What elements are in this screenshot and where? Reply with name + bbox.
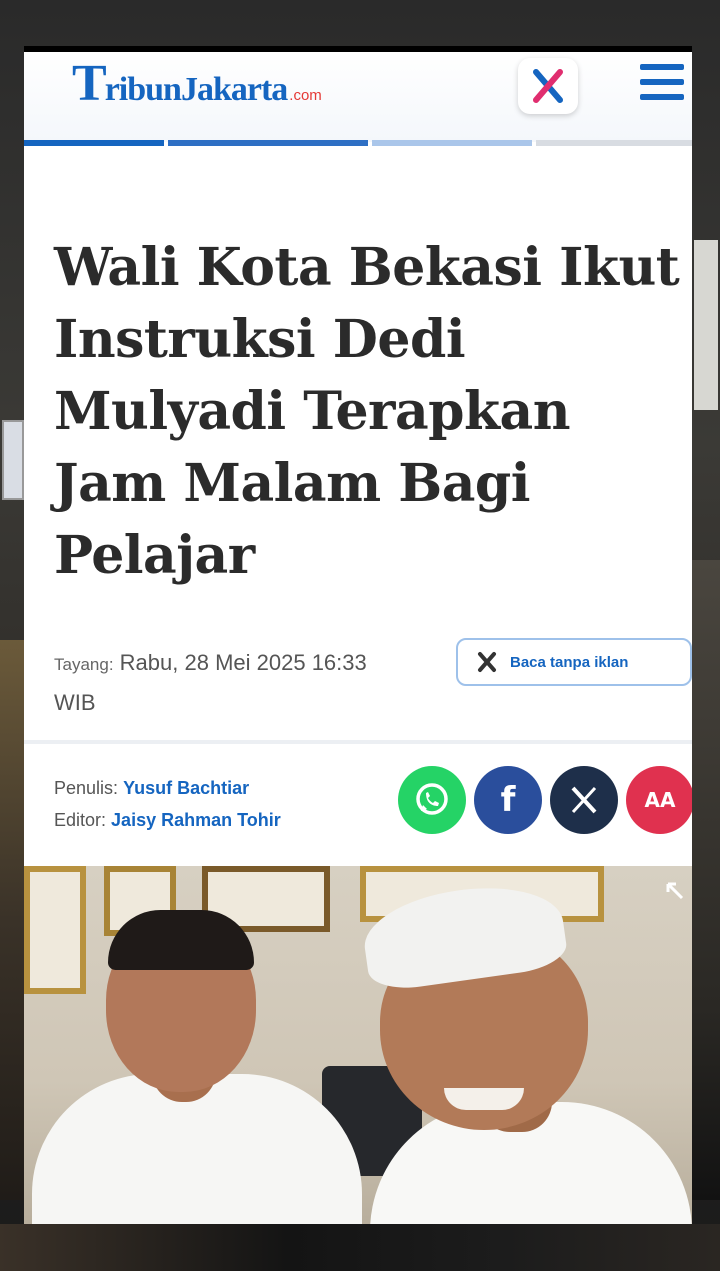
ad-free-label: Baca tanpa iklan — [510, 653, 629, 671]
article-card: T ribunJakarta .com Wali Kota Bekasi Iku… — [24, 46, 692, 866]
editor-name-link[interactable]: Jaisy Rahman Tohir — [111, 810, 281, 830]
person-right-smile — [444, 1088, 524, 1110]
facebook-icon: f — [500, 780, 516, 820]
share-x-button[interactable] — [550, 766, 618, 834]
background-left-edge — [0, 640, 24, 1200]
publish-timezone: WIB — [54, 690, 96, 715]
publish-datetime: Rabu, 28 Mei 2025 16:33 — [119, 650, 367, 675]
background-poster-right — [694, 240, 718, 410]
x-small-icon — [478, 652, 496, 672]
font-size-icon: AA — [644, 788, 676, 812]
expand-icon[interactable] — [664, 880, 688, 904]
article-photo[interactable] — [24, 866, 692, 1224]
logo-wordmark: ribunJakarta — [104, 71, 289, 108]
site-header: T ribunJakarta .com — [24, 52, 692, 142]
article-headline: Wali Kota Bekasi Ikut Instruksi Dedi Mul… — [54, 237, 680, 586]
editor-label: Editor: — [54, 810, 107, 830]
writer-name-link[interactable]: Yusuf Bachtiar — [123, 778, 249, 798]
share-whatsapp-button[interactable] — [398, 766, 466, 834]
hamburger-menu-icon[interactable] — [640, 62, 684, 102]
site-logo[interactable]: T ribunJakarta .com — [72, 58, 322, 110]
logo-letter-t: T — [72, 55, 107, 112]
section-divider — [24, 740, 692, 744]
background-poster-left — [2, 420, 24, 500]
person-left-hair — [108, 910, 254, 970]
writer-label: Penulis: — [54, 778, 119, 798]
background-bottom — [0, 1224, 720, 1271]
x-brand-button[interactable] — [518, 58, 578, 114]
ad-free-button[interactable]: Baca tanpa iklan — [456, 638, 692, 686]
background-right-edge — [690, 560, 720, 1200]
article-credits: Penulis: Yusuf Bachtiar Editor: Jaisy Ra… — [54, 772, 281, 836]
share-facebook-button[interactable]: f — [474, 766, 542, 834]
publish-info: Tayang: Rabu, 28 Mei 2025 16:33 WIB — [54, 644, 434, 722]
publish-label: Tayang: — [54, 655, 114, 674]
logo-suffix: .com — [289, 87, 322, 104]
whatsapp-icon — [416, 783, 448, 815]
x-brand-icon — [533, 69, 563, 103]
wall-frame — [24, 866, 86, 994]
font-size-button[interactable]: AA — [626, 766, 692, 834]
header-stripe — [24, 140, 692, 146]
x-icon — [571, 786, 597, 814]
